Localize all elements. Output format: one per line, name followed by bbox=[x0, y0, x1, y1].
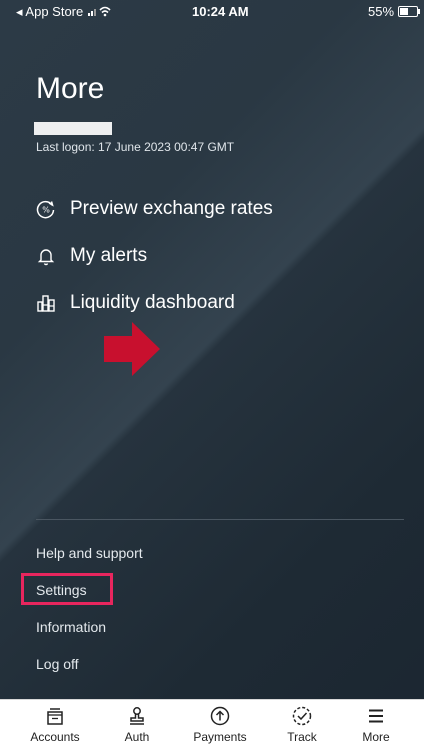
tab-label: Accounts bbox=[30, 730, 80, 744]
back-to-app-store[interactable]: ◂ App Store bbox=[16, 4, 111, 20]
settings-highlight-box bbox=[21, 573, 113, 605]
tab-payments[interactable]: Payments bbox=[180, 700, 260, 749]
tab-track[interactable]: Track bbox=[262, 700, 342, 749]
section-divider bbox=[36, 519, 404, 520]
bell-icon bbox=[37, 249, 55, 266]
log-off-link[interactable]: Log off bbox=[36, 656, 79, 672]
tab-accounts[interactable]: Accounts bbox=[15, 700, 95, 749]
exchange-rates-icon: % bbox=[36, 200, 55, 219]
carrier-label: ◂ App Store bbox=[16, 4, 84, 19]
stamp-icon bbox=[130, 707, 144, 725]
page-title: More bbox=[36, 72, 105, 105]
more-screen: ◂ App Store 10:24 AM 55% More Last logon… bbox=[0, 0, 424, 749]
redacted-username bbox=[34, 122, 112, 135]
tab-more[interactable]: More bbox=[336, 700, 416, 749]
tab-label: Auth bbox=[124, 730, 150, 744]
menu-item-my-alerts[interactable]: My alerts bbox=[36, 245, 147, 267]
battery-icon bbox=[398, 6, 420, 17]
tab-label: Track bbox=[287, 730, 317, 744]
tab-label: Payments bbox=[193, 730, 247, 744]
red-arrow-annotation bbox=[104, 322, 160, 376]
menu-item-label: My alerts bbox=[70, 245, 148, 266]
check-circle-icon bbox=[292, 706, 312, 726]
bar-chart-icon bbox=[37, 295, 55, 312]
menu-item-label: Preview exchange rates bbox=[70, 198, 273, 219]
status-bar: ◂ App Store 10:24 AM 55% bbox=[0, 0, 424, 22]
tab-auth[interactable]: Auth bbox=[97, 700, 177, 749]
bottom-tab-bar: Accounts Auth Payments Track More bbox=[0, 699, 424, 749]
hamburger-icon bbox=[369, 709, 383, 723]
menu-item-label: Liquidity dashboard bbox=[70, 292, 235, 313]
accounts-icon bbox=[47, 708, 63, 725]
help-and-support-link[interactable]: Help and support bbox=[36, 545, 143, 561]
menu-item-liquidity-dashboard[interactable]: Liquidity dashboard bbox=[36, 292, 235, 314]
upload-circle-icon bbox=[210, 706, 230, 726]
clock: 10:24 AM bbox=[192, 4, 249, 19]
information-link[interactable]: Information bbox=[36, 619, 106, 635]
menu-item-preview-exchange-rates[interactable]: % Preview exchange rates bbox=[36, 198, 273, 220]
tab-label: More bbox=[362, 730, 390, 744]
battery-percent: 55% bbox=[368, 4, 395, 19]
svg-text:%: % bbox=[42, 206, 50, 215]
signal-wifi-icon bbox=[87, 6, 111, 17]
last-logon-text: Last logon: 17 June 2023 00:47 GMT bbox=[36, 140, 235, 154]
